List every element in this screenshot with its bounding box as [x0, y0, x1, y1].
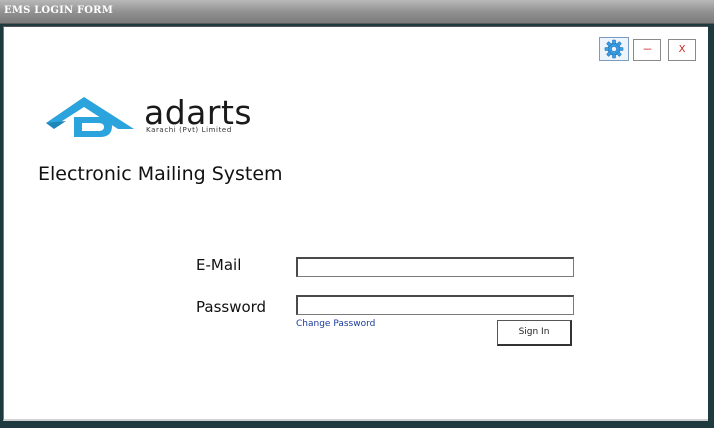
password-label: Password — [196, 298, 267, 316]
email-label: E-Mail — [196, 256, 242, 274]
password-field[interactable] — [296, 295, 574, 315]
logo-wordmark: adarts — [144, 93, 253, 132]
change-password-link[interactable]: Change Password — [296, 319, 375, 329]
gear-icon — [604, 39, 624, 59]
sign-in-button[interactable]: Sign In — [497, 320, 572, 346]
login-window: EMS LOGIN FORM --- X adarts Karachi (Pvt… — [0, 0, 714, 426]
app-title: Electronic Mailing System — [38, 163, 283, 185]
minimize-button[interactable]: --- — [633, 39, 661, 61]
form-client-area: --- X adarts Karachi (Pvt) Limited Elect… — [3, 26, 708, 421]
window-title: EMS LOGIN FORM — [4, 5, 113, 16]
email-field[interactable] — [296, 257, 574, 277]
close-button[interactable]: X — [668, 39, 696, 61]
title-bar[interactable]: EMS LOGIN FORM — [0, 0, 714, 24]
settings-button[interactable] — [599, 37, 629, 61]
logo-subtitle: Karachi (Pvt) Limited — [146, 126, 232, 134]
